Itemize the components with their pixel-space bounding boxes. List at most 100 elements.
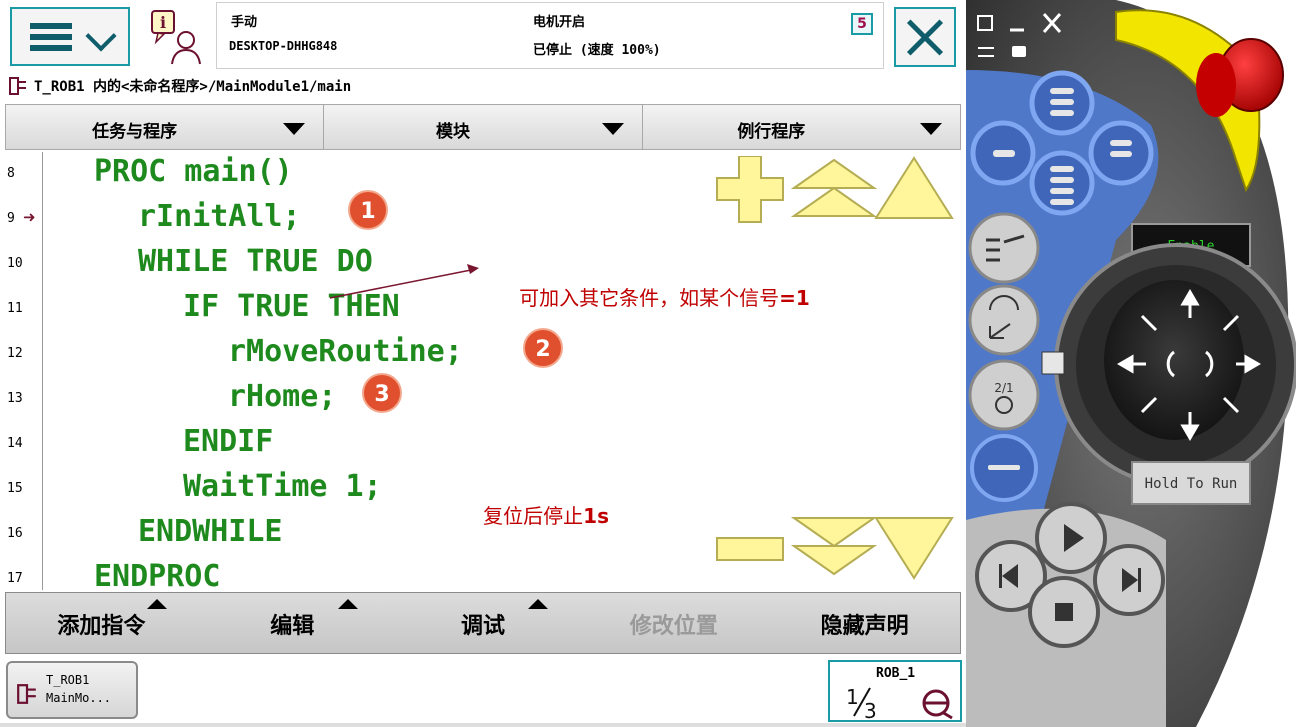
svg-text:3: 3 (864, 699, 877, 720)
tab-label: 例行程序 (737, 122, 806, 142)
pendant-hardware: 2/1 Enable Hold To Run (966, 0, 1296, 727)
chevron-down-icon (85, 20, 117, 52)
footer-strip (0, 723, 966, 727)
annotation-wait: 复位后停止1s (445, 476, 609, 553)
command-bar: 添加指令 编辑 调试 修改位置 隐藏声明 (5, 592, 961, 654)
quickset-menu-button[interactable]: ROB_1 1 3 (828, 660, 962, 722)
motor-state: 电机开启 (533, 15, 586, 30)
dropdown-arrow-icon (919, 123, 942, 135)
code-line[interactable]: rInitAll; (138, 199, 301, 234)
programmable-key-top[interactable] (1029, 70, 1095, 136)
line-number: 16 (7, 526, 23, 541)
edit-button[interactable]: 编辑 (197, 593, 388, 653)
robot-name: ROB_1 (876, 666, 916, 681)
command-label: 编辑 (270, 614, 315, 639)
taskbar-task-name: T_ROB1 (46, 673, 90, 687)
chevron-up-icon (528, 599, 549, 609)
editor-tabs: 任务与程序 模块 例行程序 (5, 104, 961, 150)
alternate-key-button[interactable] (970, 434, 1038, 502)
zoom-scroll-controls (716, 156, 954, 580)
code-line[interactable]: ENDIF (183, 424, 273, 459)
modify-position-button: 修改位置 (578, 593, 769, 653)
camera-icon[interactable] (1012, 46, 1026, 57)
chevron-up-icon (337, 599, 358, 609)
code-line[interactable]: WaitTime 1; (183, 469, 382, 504)
close-button[interactable] (894, 7, 956, 67)
tab-modules[interactable]: 模块 (323, 104, 642, 150)
tab-routines[interactable]: 例行程序 (641, 104, 961, 150)
debug-button[interactable]: 调试 (388, 593, 579, 653)
svg-text:i: i (160, 13, 166, 32)
code-line[interactable]: WHILE TRUE DO (138, 244, 373, 279)
scroll-down-button[interactable] (874, 517, 954, 580)
command-label: 修改位置 (629, 614, 718, 639)
add-instruction-button[interactable]: 添加指令 (6, 593, 197, 653)
zoom-in-button[interactable] (716, 156, 784, 223)
line-number-gutter: 8 9 ➜ 10 11 12 13 14 15 16 17 (5, 152, 43, 590)
code-line[interactable]: ENDPROC (94, 559, 220, 594)
step-badge-3: 3 (362, 373, 402, 413)
code-line[interactable]: ENDWHILE (138, 514, 283, 549)
line-number: 15 (7, 481, 23, 496)
line-number: 13 (7, 391, 23, 406)
hold-to-run-button[interactable]: Hold To Run (1131, 461, 1251, 505)
page-down-button[interactable] (790, 517, 878, 576)
tab-label: 模块 (435, 122, 470, 142)
programmable-key-left[interactable] (970, 120, 1036, 186)
code-line[interactable]: rMoveRoutine; (228, 334, 463, 369)
line-number: 17 (7, 571, 23, 586)
event-log-icon[interactable]: i (148, 8, 208, 66)
operating-mode: 手动 (231, 15, 258, 30)
command-label: 调试 (460, 614, 505, 639)
line-number: 11 (7, 301, 23, 316)
start-button[interactable] (1035, 502, 1107, 574)
page-up-button[interactable] (790, 158, 878, 217)
top-bar: i 手动 DESKTOP-DHHG848 电机开启 已停止 (速度 100%) … (0, 0, 966, 72)
scroll-up-button[interactable] (874, 156, 954, 219)
controller-name: DESKTOP-DHHG848 (229, 39, 338, 53)
tab-label: 任务与程序 (92, 122, 178, 142)
annotation-wait-value: 1s (583, 504, 609, 528)
menu-icon (30, 23, 72, 51)
task-status-icon[interactable]: 5 (851, 13, 873, 35)
program-pointer-icon: ➜ (23, 208, 36, 226)
flexpendant-screen: i 手动 DESKTOP-DHHG848 电机开启 已停止 (速度 100%) … (0, 0, 966, 727)
taskbar-program-editor[interactable]: T_ROB1 MainMo... (6, 661, 138, 719)
breadcrumb-path: T_ROB1 内的<未命名程序>/MainModule1/main (34, 79, 352, 95)
code-line[interactable]: IF TRUE THEN (183, 289, 400, 324)
taskbar-module-name: MainMo... (46, 691, 112, 705)
programmable-key-bottom[interactable] (1029, 150, 1095, 216)
zoom-out-button[interactable] (716, 537, 784, 561)
fraction-icon: 1 3 (846, 685, 877, 720)
chevron-up-icon (146, 599, 167, 609)
breadcrumb: T_ROB1 内的<未命名程序>/MainModule1/main (8, 74, 351, 98)
command-label: 添加指令 (57, 614, 146, 639)
tab-tasks-and-programs[interactable]: 任务与程序 (5, 104, 324, 150)
line-number: 9 (7, 211, 15, 226)
step-badge-1: 1 (348, 190, 388, 230)
code-line[interactable]: PROC main() (94, 154, 293, 189)
code-line[interactable]: rHome; (228, 379, 336, 414)
usb-port-icon (1041, 351, 1065, 375)
main-menu-button[interactable] (10, 7, 130, 66)
dropdown-arrow-icon (601, 123, 624, 135)
increment-button[interactable]: 2/1 (968, 359, 1040, 431)
status-bar[interactable]: 手动 DESKTOP-DHHG848 电机开启 已停止 (速度 100%) 5 (216, 2, 884, 69)
mechanical-unit-button[interactable] (968, 212, 1040, 284)
speed-icon (922, 689, 953, 720)
annotation-wait-text: 复位后停止 (483, 504, 584, 528)
programmable-key-right[interactable] (1088, 120, 1154, 186)
svg-text:1: 1 (846, 685, 859, 709)
motion-mode-button[interactable] (968, 284, 1040, 356)
hold-to-run-label: Hold To Run (1145, 476, 1238, 492)
hide-declarations-button[interactable]: 隐藏声明 (769, 593, 960, 653)
line-number: 10 (7, 256, 23, 271)
joystick[interactable] (1054, 243, 1296, 487)
program-editor-icon (9, 77, 26, 95)
dropdown-arrow-icon (283, 123, 306, 135)
stop-button[interactable] (1028, 576, 1100, 648)
line-number: 8 (7, 166, 15, 181)
command-label: 隐藏声明 (820, 614, 909, 639)
step-forward-button[interactable] (1093, 544, 1165, 616)
line-number: 12 (7, 346, 23, 361)
